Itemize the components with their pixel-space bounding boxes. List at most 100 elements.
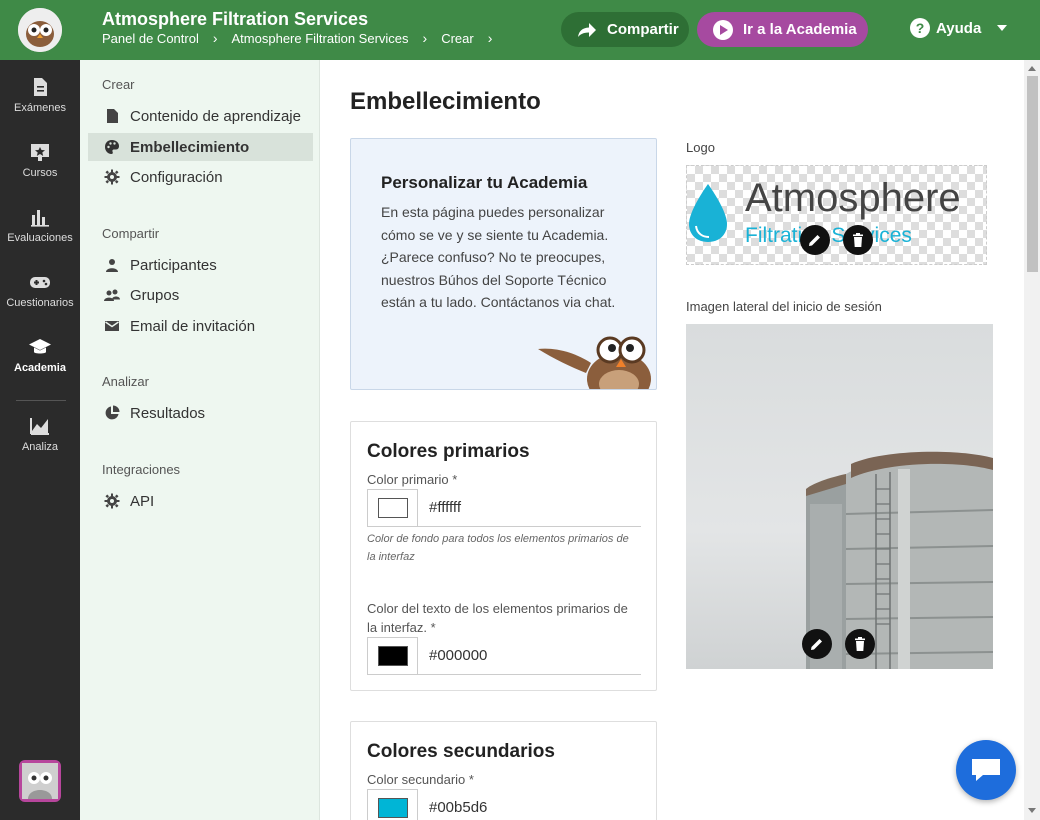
nav-item-label: Contenido de aprendizaje	[130, 107, 301, 125]
share-button[interactable]: Compartir	[561, 12, 689, 47]
group-icon	[104, 289, 120, 301]
document-icon	[34, 78, 47, 96]
owl-mascot-icon	[538, 336, 651, 389]
nav-item-participants[interactable]: Participantes	[88, 251, 313, 279]
swatch-fill-white	[377, 498, 408, 518]
breadcrumb-academy[interactable]: Atmosphere Filtration Services	[232, 31, 409, 46]
intro-card: Personalizar tu Academia En esta página …	[350, 138, 657, 390]
nav-section-analyze: Analizar	[102, 374, 149, 389]
primary-color-input[interactable]: #ffffff	[417, 489, 641, 527]
secondary-color-input[interactable]: #00b5d6	[417, 789, 641, 820]
gamepad-icon	[30, 277, 50, 288]
nav-item-beautification[interactable]: Embellecimiento	[88, 133, 313, 161]
chevron-right-icon: ›	[212, 30, 218, 46]
intro-title: Personalizar tu Academia	[381, 173, 588, 192]
play-icon	[713, 19, 733, 40]
scroll-thumb[interactable]	[1027, 76, 1038, 272]
rail-item-label: Cursos	[22, 167, 58, 179]
chevron-down-icon	[997, 25, 1008, 31]
water-drop-icon	[689, 184, 727, 242]
rail-item-label: Academia	[14, 362, 66, 374]
vertical-scrollbar[interactable]	[1024, 60, 1040, 820]
edit-logo-button[interactable]	[800, 225, 830, 255]
graduation-cap-icon	[29, 339, 51, 354]
help-label: Ayuda	[936, 19, 982, 37]
share-arrow-icon	[578, 22, 596, 37]
primary-color-swatch[interactable]	[367, 489, 418, 527]
scroll-down-arrow-icon[interactable]	[1028, 808, 1036, 813]
trash-icon	[855, 637, 865, 651]
delete-side-image-button[interactable]	[845, 629, 875, 659]
nav-item-invitation-email[interactable]: Email de invitación	[88, 312, 313, 340]
primary-color-helper: Color de fondo para todos los elementos …	[367, 533, 629, 563]
nav-item-learning-content[interactable]: Contenido de aprendizaje	[88, 102, 313, 130]
nav-item-label: API	[130, 492, 155, 510]
primary-text-color-input[interactable]: #000000	[417, 637, 641, 675]
gear-icon	[104, 169, 120, 185]
primary-text-color-swatch[interactable]	[367, 637, 418, 675]
course-icon	[31, 144, 49, 161]
chevron-right-icon: ›	[422, 30, 428, 46]
secondary-colors-title: Colores secundarios	[367, 741, 555, 762]
secondary-color-label: Color secundario *	[367, 772, 474, 787]
pencil-icon	[811, 639, 822, 650]
user-avatar[interactable]	[19, 760, 61, 802]
secondary-color-swatch[interactable]	[367, 789, 418, 820]
rail-item-evaluations[interactable]: Evaluaciones	[0, 206, 80, 244]
nav-section-share: Compartir	[102, 226, 160, 241]
nav-item-label: Resultados	[130, 404, 206, 422]
primary-color-label: Color primario *	[367, 472, 458, 487]
nav-item-groups[interactable]: Grupos	[88, 281, 313, 309]
nav-section-create: Crear	[102, 77, 135, 92]
primary-colors-title: Colores primarios	[367, 441, 530, 462]
silo-photo	[806, 451, 993, 669]
breadcrumb: Panel de Control › Atmosphere Filtration…	[102, 30, 506, 46]
help-menu[interactable]: ? Ayuda	[910, 18, 1008, 38]
file-icon	[107, 109, 118, 123]
breadcrumb-create[interactable]: Crear	[441, 31, 474, 46]
logo-word: Atmosphere	[745, 176, 961, 220]
app-title: Atmosphere Filtration Services	[102, 9, 369, 29]
rail-item-analyze[interactable]: Analiza	[0, 415, 80, 453]
rail-item-academy[interactable]: Academia	[0, 336, 80, 374]
avatar-image	[22, 763, 58, 799]
nav-item-results[interactable]: Resultados	[88, 399, 313, 427]
logo-preview: Atmosphere Filtration Services	[686, 165, 987, 265]
help-icon: ?	[910, 18, 930, 38]
breadcrumb-dashboard[interactable]: Panel de Control	[102, 31, 199, 46]
scroll-up-arrow-icon[interactable]	[1028, 66, 1036, 71]
mail-icon	[105, 321, 119, 331]
pencil-icon	[809, 235, 820, 246]
owl-logo[interactable]	[18, 8, 62, 52]
nav-item-label: Grupos	[130, 286, 180, 304]
rail-divider	[16, 400, 66, 401]
page-title: Embellecimiento	[350, 88, 541, 115]
delete-logo-button[interactable]	[843, 225, 873, 255]
primary-colors-card: Colores primarios Color primario * #ffff…	[350, 421, 657, 691]
rail-item-label: Evaluaciones	[7, 232, 73, 244]
rail-item-quizzes[interactable]: Cuestionarios	[0, 271, 80, 309]
academy-label: Ir a la Academia	[743, 21, 857, 38]
nav-item-settings[interactable]: Configuración	[88, 163, 313, 191]
nav-item-label: Configuración	[130, 168, 223, 186]
side-image-label: Imagen lateral del inicio de sesión	[686, 299, 882, 314]
logo-label: Logo	[686, 140, 715, 155]
gear-icon	[104, 493, 120, 509]
rail-item-exams[interactable]: Exámenes	[0, 76, 80, 114]
palette-icon	[105, 140, 119, 154]
chevron-right-icon: ›	[487, 30, 493, 46]
login-side-image	[686, 324, 993, 669]
nav-item-api[interactable]: API	[88, 487, 313, 515]
go-to-academy-button[interactable]: Ir a la Academia	[697, 12, 868, 47]
top-bar: Atmosphere Filtration Services Panel de …	[0, 0, 1040, 60]
rail-item-courses[interactable]: Cursos	[0, 141, 80, 179]
main-content: Embellecimiento Personalizar tu Academia…	[320, 60, 1024, 820]
nav-item-label: Email de invitación	[130, 317, 256, 335]
nav-section-integrations: Integraciones	[102, 462, 181, 477]
chat-button[interactable]	[956, 740, 1016, 800]
nav-item-label: Participantes	[130, 256, 217, 274]
secondary-colors-card: Colores secundarios Color secundario * #…	[350, 721, 657, 820]
swatch-fill-cyan	[377, 798, 408, 818]
bar-chart-icon	[31, 210, 49, 227]
edit-side-image-button[interactable]	[802, 629, 832, 659]
